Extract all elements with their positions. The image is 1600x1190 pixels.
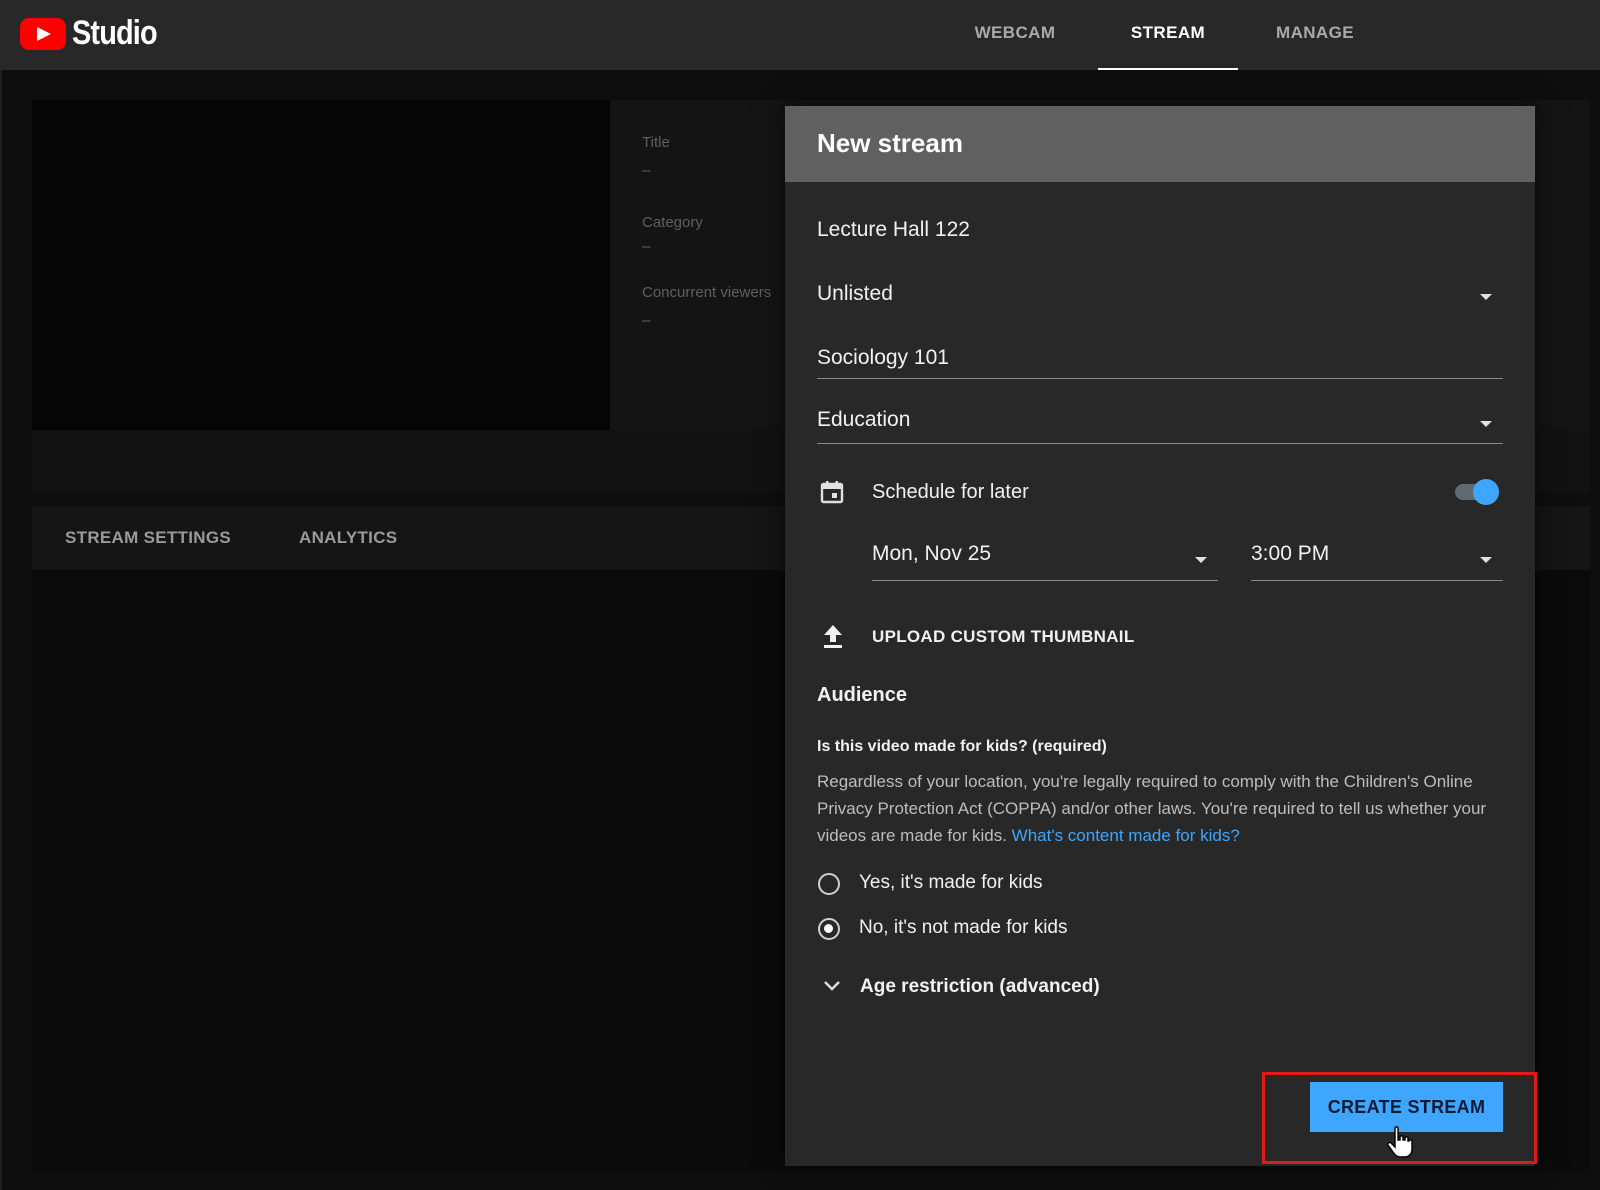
radio-yes-kids[interactable] bbox=[818, 873, 840, 895]
calendar-icon bbox=[820, 481, 844, 504]
new-stream-dialog: New stream Lecture Hall 122 Unlisted Soc… bbox=[785, 106, 1535, 1166]
chevron-down-icon[interactable] bbox=[1480, 294, 1492, 300]
tab-webcam[interactable]: WEBCAM bbox=[960, 0, 1070, 70]
info-category-label: Category bbox=[642, 214, 703, 231]
tab-stream-settings[interactable]: STREAM SETTINGS bbox=[65, 506, 231, 570]
tab-stream[interactable]: STREAM bbox=[1098, 0, 1238, 70]
option-no-label[interactable]: No, it's not made for kids bbox=[859, 917, 1068, 939]
info-viewers-value: – bbox=[642, 312, 651, 329]
kids-question: Is this video made for kids? (required) bbox=[817, 738, 1107, 755]
kids-description: Regardless of your location, you're lega… bbox=[817, 768, 1497, 849]
dialog-title: New stream bbox=[817, 128, 963, 158]
description-field[interactable]: Sociology 101 bbox=[817, 346, 949, 370]
upload-thumbnail-button[interactable]: UPLOAD CUSTOM THUMBNAIL bbox=[872, 627, 1135, 647]
top-bar: Studio WEBCAM STREAM MANAGE bbox=[0, 0, 1600, 70]
age-restriction-toggle[interactable]: Age restriction (advanced) bbox=[860, 976, 1100, 998]
info-viewers-label: Concurrent viewers bbox=[642, 284, 772, 301]
audience-heading: Audience bbox=[817, 684, 908, 706]
dialog-header: New stream bbox=[785, 106, 1535, 182]
studio-logo[interactable]: Studio bbox=[20, 14, 172, 53]
tab-analytics[interactable]: ANALYTICS bbox=[299, 506, 397, 570]
time-select[interactable]: 3:00 PM bbox=[1251, 542, 1329, 566]
youtube-play-icon bbox=[20, 17, 66, 50]
chevron-down-icon[interactable] bbox=[1195, 557, 1207, 563]
schedule-label: Schedule for later bbox=[872, 481, 1029, 503]
chevron-down-icon[interactable] bbox=[1480, 557, 1492, 563]
hand-cursor-icon bbox=[1387, 1126, 1413, 1158]
stream-name-field[interactable]: Lecture Hall 122 bbox=[817, 218, 970, 242]
radio-no-kids[interactable] bbox=[818, 918, 840, 940]
info-category-value: – bbox=[642, 238, 651, 255]
description-underline bbox=[817, 378, 1503, 379]
logo-text: Studio bbox=[72, 14, 158, 52]
category-select[interactable]: Education bbox=[817, 408, 910, 432]
date-underline bbox=[872, 580, 1218, 581]
stream-preview bbox=[32, 100, 610, 430]
date-select[interactable]: Mon, Nov 25 bbox=[872, 542, 991, 566]
kids-info-link[interactable]: What's content made for kids? bbox=[1012, 826, 1240, 845]
time-underline bbox=[1251, 580, 1503, 581]
info-title-label: Title bbox=[642, 134, 670, 151]
option-yes-label[interactable]: Yes, it's made for kids bbox=[859, 872, 1043, 894]
tab-manage[interactable]: MANAGE bbox=[1260, 0, 1370, 70]
chevron-down-icon[interactable] bbox=[1480, 421, 1492, 427]
info-title-value: – bbox=[642, 162, 651, 179]
visibility-select[interactable]: Unlisted bbox=[817, 282, 893, 306]
chevron-down-icon[interactable] bbox=[823, 980, 841, 992]
schedule-toggle-knob[interactable] bbox=[1473, 479, 1499, 505]
category-underline bbox=[817, 443, 1503, 444]
upload-icon bbox=[824, 625, 842, 648]
